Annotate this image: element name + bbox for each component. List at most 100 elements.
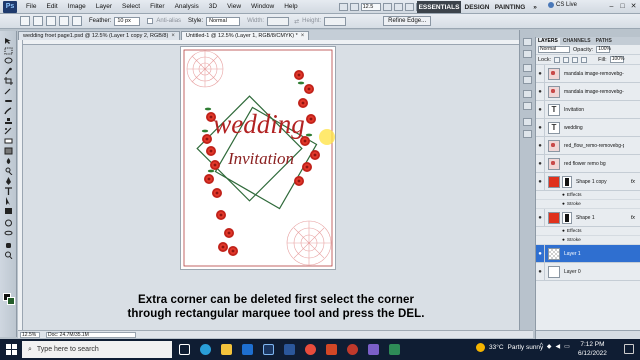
workspace-more[interactable]: » [528,1,542,13]
visibility-eye-icon[interactable]: ● [536,82,545,101]
edge-icon[interactable] [196,341,214,359]
layer-effects-row[interactable]: ● Effects [536,191,640,200]
visibility-eye-icon[interactable]: ● [536,262,545,281]
color-panel-icon[interactable] [523,64,532,72]
store-icon[interactable] [238,341,256,359]
pen-tool-icon[interactable] [4,177,13,185]
tab-channels[interactable]: CHANNELS [561,38,593,45]
height-input[interactable] [324,16,347,26]
weather-widget[interactable]: 33°C Partly sunny [476,343,543,352]
app-icon[interactable] [385,341,403,359]
chevron-up-icon[interactable]: ^ [540,343,543,350]
history-panel-icon[interactable] [523,38,532,46]
width-input[interactable] [267,16,290,26]
menu-analysis[interactable]: Analysis [170,3,204,10]
layer-row[interactable]: ● Shape 1 fx [536,208,640,227]
workspace-essentials[interactable]: ESSENTIALS [417,1,461,13]
volume-icon[interactable]: ◀ [555,343,560,350]
stroke-eye-icon[interactable]: ● [562,238,565,243]
blend-mode-select[interactable]: Normal [538,46,570,53]
visibility-eye-icon[interactable]: ● [536,100,545,119]
layer-stroke-row[interactable]: ● Stroke [536,236,640,245]
lock-position-icon[interactable] [572,56,579,63]
hand-icon[interactable] [382,2,392,11]
layer-row[interactable]: ● red_flow_remo-removebg-p... [536,136,640,155]
close-icon[interactable]: × [301,32,305,40]
type-tool-icon[interactable] [4,187,13,195]
add-selection-icon[interactable] [46,16,56,26]
intersect-selection-icon[interactable] [72,16,82,26]
cs-live[interactable]: CS Live [548,2,577,8]
dodge-tool-icon[interactable] [4,167,13,175]
fx-icon[interactable]: fx [631,179,635,185]
healing-brush-tool-icon[interactable] [4,97,13,105]
actions-panel-icon[interactable] [523,50,532,58]
word-icon[interactable] [280,341,298,359]
visibility-eye-icon[interactable]: ● [536,208,545,227]
visibility-eye-icon[interactable]: ● [536,64,545,83]
masks-panel-icon[interactable] [523,102,532,110]
workspace-design[interactable]: DESIGN [463,1,491,13]
clone-stamp-tool-icon[interactable] [4,117,13,125]
lock-pixels-icon[interactable] [563,56,570,63]
lock-all-icon[interactable] [581,56,588,63]
layer-row[interactable]: ● T Invitation [536,100,640,119]
rectangular-marquee-tool-icon[interactable] [4,47,13,55]
eraser-tool-icon[interactable] [4,137,13,145]
layer-row[interactable]: ● red flower remo bg [536,154,640,173]
close-button[interactable]: ✕ [628,2,639,11]
document-canvas[interactable]: wedding Invitation [181,47,335,269]
crop-tool-icon[interactable] [4,77,13,85]
workspace-painting[interactable]: PAINTING [494,1,526,13]
app-icon[interactable] [364,341,382,359]
antialias-checkbox[interactable] [147,18,154,24]
layer-row[interactable]: ● T wedding [536,118,640,137]
recorder-icon[interactable] [343,341,361,359]
menu-image[interactable]: Image [63,3,91,10]
new-selection-icon[interactable] [33,16,43,26]
fx-icon[interactable]: fx [631,215,635,221]
effects-eye-icon[interactable]: ● [562,193,565,198]
layer-row-selected[interactable]: ● Layer 1 [536,244,640,263]
menu-select[interactable]: Select [117,3,145,10]
status-zoom[interactable]: 12.5% [20,331,40,338]
tab-layers[interactable]: LAYERS [536,38,560,45]
visibility-eye-icon[interactable]: ● [536,172,545,191]
menu-3d[interactable]: 3D [204,3,222,10]
style-select[interactable]: Normal [206,16,241,26]
taskbar-search[interactable]: ⌕ Type here to search [22,341,172,358]
layer-row[interactable]: ● mandala image-removebg-p... [536,64,640,83]
fill-input[interactable]: 100% [609,56,625,63]
effects-eye-icon[interactable]: ● [562,229,565,234]
tab-wedding-front-page[interactable]: wedding froet page1.psd @ 12.5% (Layer 1… [18,31,180,40]
tab-paths[interactable]: PATHS [594,38,614,45]
notification-icon[interactable] [624,344,634,354]
swap-icon[interactable]: ⇄ [294,18,299,25]
visibility-eye-icon[interactable]: ● [536,244,545,263]
menu-filter[interactable]: Filter [145,3,169,10]
maximize-button[interactable]: □ [617,2,628,11]
powerpoint-icon[interactable] [322,341,340,359]
subtract-selection-icon[interactable] [59,16,69,26]
taskbar-clock[interactable]: 7:12 PM 6/12/2022 [578,341,607,358]
minibridge-icon[interactable] [349,2,359,11]
path-selection-tool-icon[interactable] [4,197,13,205]
visibility-eye-icon[interactable]: ● [536,118,545,137]
menu-help[interactable]: Help [279,3,302,10]
layer-row[interactable]: ● Shape 1 copy fx [536,172,640,191]
windows-start-icon[interactable] [0,339,22,360]
rotate-view-icon[interactable] [393,2,403,11]
eyedropper-tool-icon[interactable] [4,87,13,95]
task-view-icon[interactable] [175,341,193,359]
character-panel-icon[interactable] [523,118,532,126]
menu-window[interactable]: Window [246,3,279,10]
paragraph-panel-icon[interactable] [523,130,532,138]
stroke-eye-icon[interactable]: ● [562,202,565,207]
layer-effects-row[interactable]: ● Effects [536,227,640,236]
bridge-icon[interactable] [338,2,348,11]
photoshop-taskbar-icon[interactable] [259,341,277,359]
arrange-documents-icon[interactable] [404,2,414,11]
move-tool-icon[interactable] [4,37,13,45]
close-icon[interactable]: × [171,32,175,40]
blur-tool-icon[interactable] [4,157,13,165]
